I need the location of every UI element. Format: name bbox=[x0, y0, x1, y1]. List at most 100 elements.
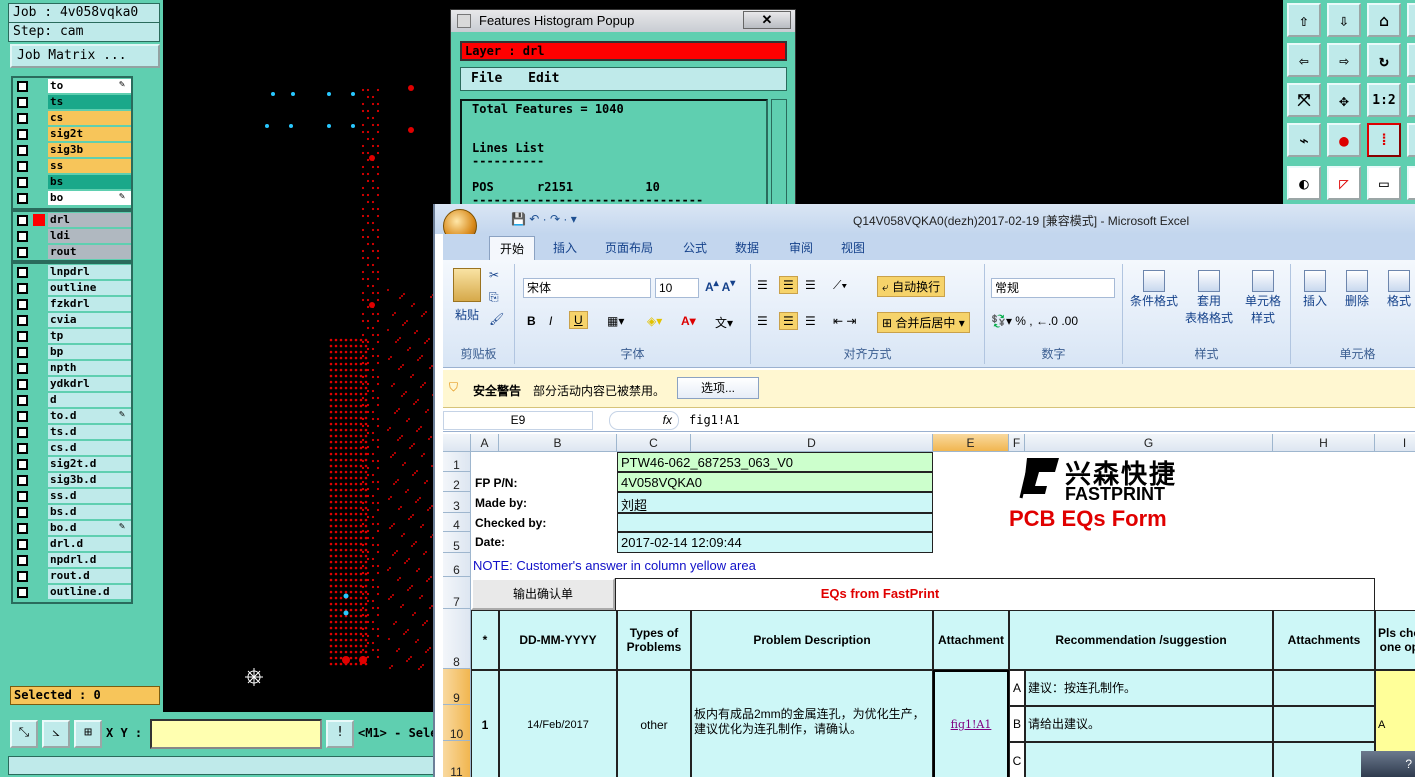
zoom-area-button[interactable]: ⤡ bbox=[10, 720, 38, 748]
layer-name[interactable]: rout.d bbox=[48, 569, 131, 583]
layer-row[interactable]: sig2t.d bbox=[13, 456, 131, 472]
wrap-text-button[interactable]: ⤶ 自动换行 bbox=[877, 276, 946, 297]
align-bottom-icon[interactable]: ☰ bbox=[805, 278, 816, 292]
route-icon[interactable]: ⌁ bbox=[1287, 123, 1321, 157]
spreadsheet-grid[interactable]: ABCDEFGHI 1 2 3 4 5 6 7 8 9 10 11 PTW46-062_687253… bbox=[443, 434, 1415, 777]
layer-name[interactable]: d bbox=[48, 393, 131, 407]
layer-row[interactable]: bo ✎ bbox=[13, 190, 131, 206]
home-icon[interactable]: ⌂ bbox=[1367, 3, 1401, 37]
layer-row[interactable]: bp bbox=[13, 344, 131, 360]
align-middle-icon[interactable]: ☰ bbox=[779, 276, 798, 294]
move-right-icon[interactable]: ⇨ bbox=[1327, 43, 1361, 77]
font-size-select[interactable]: 10 bbox=[655, 278, 699, 298]
layer-name[interactable]: rout bbox=[48, 245, 131, 259]
layer-name[interactable]: ss bbox=[48, 159, 131, 173]
column-header[interactable]: C bbox=[617, 434, 691, 452]
layer-checkbox[interactable] bbox=[17, 378, 28, 390]
tab-review[interactable]: 审阅 bbox=[789, 239, 813, 256]
info-button[interactable]: ! bbox=[326, 720, 354, 748]
row-date[interactable]: 14/Feb/2017 bbox=[499, 670, 617, 777]
format-painter-icon[interactable]: 🖌 bbox=[489, 312, 504, 326]
option-a-text[interactable]: 建议：按连孔制作。 bbox=[1025, 670, 1273, 706]
layer-row[interactable]: ss bbox=[13, 158, 131, 174]
layer-row[interactable]: npdrl.d bbox=[13, 552, 131, 568]
layer-checkbox[interactable] bbox=[17, 192, 28, 204]
column-header[interactable]: A bbox=[471, 434, 499, 452]
grid-snap-button[interactable]: ⊞ bbox=[74, 720, 102, 748]
layer-row[interactable]: ss.d bbox=[13, 488, 131, 504]
layer-name[interactable]: cs.d bbox=[48, 441, 131, 455]
layer-name[interactable]: sig3b.d bbox=[48, 473, 131, 487]
tool-partial[interactable] bbox=[1407, 43, 1415, 77]
align-center-icon[interactable]: ☰ bbox=[779, 312, 798, 330]
layer-checkbox[interactable] bbox=[17, 330, 28, 342]
circle-icon[interactable]: ◐ bbox=[1287, 166, 1321, 200]
layer-row[interactable]: to.d ✎ bbox=[13, 408, 131, 424]
layer-row[interactable]: ydkdrl bbox=[13, 376, 131, 392]
layer-name[interactable]: npth bbox=[48, 361, 131, 375]
security-options-button[interactable]: 选项... bbox=[677, 377, 759, 399]
layer-checkbox[interactable] bbox=[17, 362, 28, 374]
tool-partial[interactable] bbox=[1407, 83, 1415, 117]
row-header[interactable]: 4 bbox=[443, 513, 471, 532]
column-header[interactable]: E bbox=[933, 434, 1009, 452]
copy-icon[interactable]: ⎘ bbox=[489, 290, 499, 305]
layer-row[interactable]: sig2t bbox=[13, 126, 131, 142]
row-header[interactable]: 1 bbox=[443, 452, 471, 472]
layer-row[interactable]: bs bbox=[13, 174, 131, 190]
phonetic-icon[interactable]: 文▾ bbox=[715, 314, 733, 331]
job-matrix-button[interactable]: Job Matrix ... bbox=[10, 44, 160, 68]
option-b-text[interactable]: 请给出建议。 bbox=[1025, 706, 1273, 742]
move-up-icon[interactable]: ⇧ bbox=[1287, 3, 1321, 37]
grow-font-icon[interactable]: A▴ A▾ bbox=[705, 278, 735, 294]
layer-name[interactable]: tp bbox=[48, 329, 131, 343]
scale-icon[interactable]: 1:2 bbox=[1367, 83, 1401, 117]
row-header[interactable]: 8 bbox=[443, 609, 471, 669]
tool-partial[interactable] bbox=[1407, 3, 1415, 37]
layer-name[interactable]: drl bbox=[48, 213, 131, 227]
layer-row[interactable]: ts bbox=[13, 94, 131, 110]
layer-row[interactable]: cs bbox=[13, 110, 131, 126]
function-icon[interactable]: fx bbox=[609, 411, 679, 430]
insert-cells-button[interactable]: 插入 bbox=[1297, 270, 1333, 309]
layer-name[interactable]: bs.d bbox=[48, 505, 131, 519]
row-header[interactable]: 7 bbox=[443, 577, 471, 609]
layer-checkbox[interactable] bbox=[17, 160, 28, 172]
help-icon[interactable]: ? bbox=[1361, 751, 1415, 777]
diagonal-icon[interactable]: ◸ bbox=[1327, 166, 1361, 200]
export-confirmation-button[interactable]: 输出确认单 bbox=[471, 578, 615, 610]
layer-name[interactable]: cs bbox=[48, 111, 131, 125]
layer-row[interactable]: d bbox=[13, 392, 131, 408]
align-top-icon[interactable]: ☰ bbox=[757, 278, 768, 292]
close-button[interactable]: ✕ bbox=[743, 11, 791, 29]
layer-name[interactable]: ts bbox=[48, 95, 131, 109]
pcb-canvas[interactable] bbox=[163, 0, 450, 712]
layer-checkbox[interactable] bbox=[17, 474, 28, 486]
layer-row[interactable]: bo.d ✎ bbox=[13, 520, 131, 536]
layer-row[interactable]: fzkdrl bbox=[13, 296, 131, 312]
row-header[interactable]: 5 bbox=[443, 532, 471, 553]
column-header[interactable]: B bbox=[499, 434, 617, 452]
tab-page-layout[interactable]: 页面布局 bbox=[605, 239, 653, 256]
tab-view[interactable]: 视图 bbox=[841, 239, 865, 256]
row-description[interactable]: 板内有成品2mm的金属连孔，为优化生产， 建议优化为连孔制作，请确认。 bbox=[691, 670, 933, 777]
layer-row[interactable]: drl.d bbox=[13, 536, 131, 552]
layer-name[interactable]: cvia bbox=[48, 313, 131, 327]
merge-center-button[interactable]: ⊞ 合并后居中 ▾ bbox=[877, 312, 970, 333]
layer-checkbox[interactable] bbox=[17, 80, 28, 92]
menu-edit[interactable]: Edit bbox=[528, 71, 559, 86]
net-icon[interactable]: ⁞ bbox=[1367, 123, 1401, 157]
pad-icon[interactable]: ● bbox=[1327, 123, 1361, 157]
cut-icon[interactable]: ✂ bbox=[489, 268, 499, 282]
indent-icon[interactable]: ⇤ ⇥ bbox=[833, 314, 856, 328]
layer-checkbox[interactable] bbox=[17, 442, 28, 454]
layer-checkbox[interactable] bbox=[17, 554, 28, 566]
font-color-icon[interactable]: A▾ bbox=[681, 314, 696, 328]
layer-checkbox[interactable] bbox=[17, 314, 28, 326]
select-all-corner[interactable] bbox=[443, 434, 471, 452]
formula-input[interactable]: fig1!A1 bbox=[689, 413, 740, 427]
layer-checkbox[interactable] bbox=[17, 112, 28, 124]
column-header[interactable]: F bbox=[1009, 434, 1025, 452]
histogram-scrollbar[interactable] bbox=[771, 99, 787, 211]
row-header[interactable]: 6 bbox=[443, 553, 471, 577]
